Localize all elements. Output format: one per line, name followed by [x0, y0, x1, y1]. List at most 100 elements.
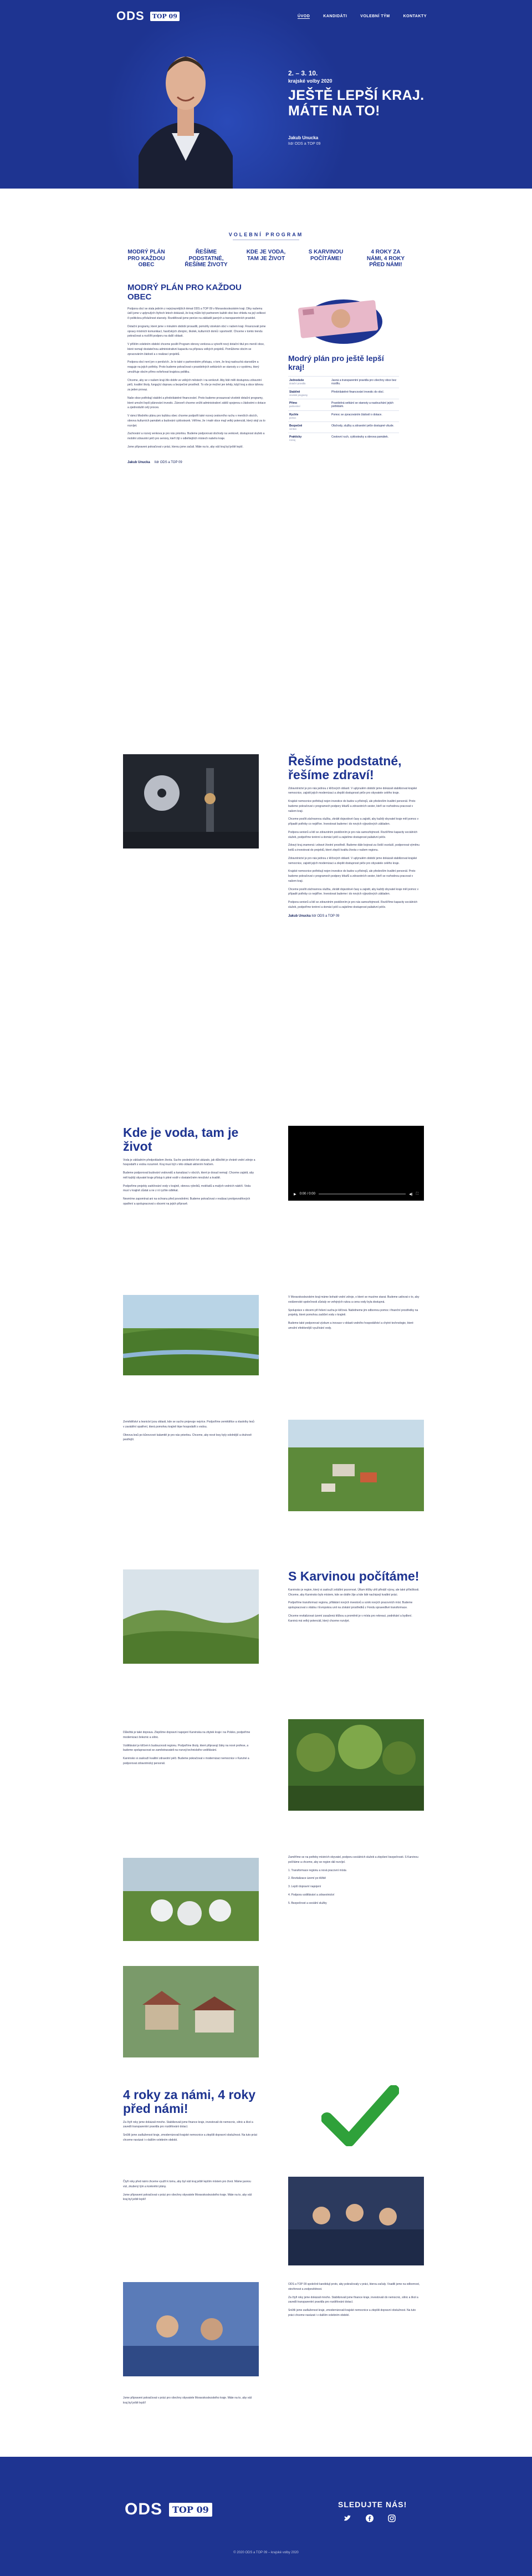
s1-p: Dotační programy, které jsme v minulém o…: [127, 324, 266, 338]
s4-right-body: Zaměříme se na potřeby místních obyvatel…: [288, 1855, 421, 1906]
program-nav: VOLEBNÍ PROGRAM MODRÝ PLÁN PRO KAŽDOU OB…: [0, 189, 532, 283]
sidebar-row: Prakticky rozvoj Cestovní ruch, cyklostezk…: [288, 433, 399, 444]
play-icon[interactable]: ▶: [294, 1192, 296, 1196]
s5-p: ODS a TOP 09 společně kandidují proto, a…: [288, 2283, 420, 2291]
section-karvina: S Karvinou počítáme! Karvinsko je region…: [288, 1569, 421, 1627]
s5-right-body: ODS a TOP 09 společně kandidují proto, a…: [288, 2282, 421, 2318]
photo-water-field: [123, 1295, 259, 1375]
row-sub: partnerství: [289, 405, 300, 408]
s5-p: Za čtyři roky jsme dokázali mnoho. Stabi…: [288, 2295, 418, 2304]
s3-body: Voda je základním předpokladem života. S…: [123, 1158, 256, 1207]
photo-village-aerial: [288, 1420, 424, 1511]
hero-title-line1: JEŠTĚ LEPŠÍ KRAJ.: [288, 88, 424, 103]
event-illustration: [288, 2177, 424, 2265]
top-nav: Úvod Kandidáti Volební tým Kontakty: [298, 14, 427, 19]
s4-list-item: 4. Podpora vzdělávání a zdravotnictví: [288, 1893, 335, 1897]
s2-sig-name: Jakub Unucka: [288, 914, 311, 918]
s5-p: Jsme připraveni pokračovat v práci pro v…: [123, 2396, 252, 2405]
footer-logo[interactable]: ODS TOP 09: [125, 2500, 212, 2519]
s1-sig-name: Jakub Unucka: [127, 460, 150, 464]
photo-karvina-hills: [123, 1569, 259, 1664]
section-voda: Kde je voda, tam je život Voda je základ…: [123, 1126, 256, 1210]
s5-bottom-text: Jsme připraveni pokračovat v práci pro v…: [123, 2396, 256, 2409]
s3-title: Kde je voda, tam je život: [123, 1125, 239, 1154]
photo-hospital-instruments: [123, 754, 259, 848]
nav-kontakty[interactable]: Kontakty: [403, 14, 427, 19]
s1-signature: Jakub Unucka lídr ODS a TOP 09: [127, 461, 266, 464]
fullscreen-icon[interactable]: ⛶: [416, 1192, 418, 1196]
hills-illustration: [123, 1569, 259, 1664]
nav-uvod[interactable]: Úvod: [298, 14, 310, 19]
checkmark-icon: [321, 2085, 399, 2146]
tab-zdravi[interactable]: ŘEŠÍME PODSTATNÉ, ŘEŠÍME ŽIVOTY: [184, 249, 228, 268]
row-value: Předvídatelné financování investic do ob…: [330, 388, 399, 399]
row-value: Obchody, služby a zdravotní péče dostupn…: [330, 421, 399, 433]
s2-title: Řešíme podstatné, řešíme zdraví!: [288, 754, 402, 782]
sidebar-title: Modrý plán pro ještě lepší kraj!: [288, 354, 384, 372]
footer-ods-logo[interactable]: ODS: [125, 2500, 162, 2519]
photo-forest: [288, 1719, 424, 1811]
row-value: Jasná a transparentní pravidla pro všech…: [330, 376, 399, 388]
s1-p: V příštím volebním období chceme posílit…: [127, 343, 265, 356]
bales-illustration: [123, 1858, 259, 1941]
tab-modry-plan[interactable]: MODRÝ PLÁN PRO KAŽDOU OBEC: [124, 249, 168, 268]
footer-top09-logo[interactable]: TOP 09: [169, 2502, 212, 2517]
tab-voda[interactable]: KDE JE VODA, TAM JE ŽIVOT: [244, 249, 288, 268]
volume-icon[interactable]: ◀): [409, 1192, 413, 1196]
s3-p: Budeme podporovat budování vodovodů a ka…: [123, 1171, 254, 1180]
ods-logo[interactable]: ODS: [116, 9, 145, 23]
s4-p: Karvinsko si zaslouží kvalitní zdravotní…: [123, 1757, 249, 1765]
photo-meeting: [123, 2282, 259, 2376]
forest-illustration: [288, 1719, 424, 1811]
s2-p: Chceme posílit záchrannou službu, zkráti…: [288, 887, 419, 896]
top09-logo[interactable]: TOP 09: [150, 11, 180, 21]
sidebar-row: Jednoduše dotační pravidla Jasná a transpa…: [288, 376, 399, 388]
s2-body: Zdravotnictví je pro nás jednou z klíčov…: [288, 786, 421, 910]
s1-p: Podpora obcí se stala jedním z nejvýrazn…: [127, 307, 266, 321]
s3-p: Voda je základním předpokladem života. S…: [123, 1158, 255, 1167]
s3-p: Podpoříme projekty zadržování vody v kra…: [123, 1184, 251, 1193]
banknote-illustration: [298, 299, 382, 344]
s5-p: Čtyři roky před námi chceme využít k tom…: [123, 2180, 251, 2188]
section-modry-plan: MODRÝ PLÁN PRO KAŽDOU OBEC Podpora obcí …: [0, 283, 532, 754]
s4-p: Zaměříme se na potřeby místních obyvatel…: [288, 1856, 418, 1864]
hero-sub: krajské volby 2020: [288, 78, 332, 84]
video-time: 0:00 / 0:00: [299, 1192, 315, 1196]
nav-kandidati[interactable]: Kandidáti: [323, 14, 347, 19]
s5-body: Za čtyři roky jsme dokázali mnoho. Stabi…: [123, 2120, 259, 2143]
s3-p: Budeme také podporovat výzkum a inovace …: [288, 1322, 413, 1330]
video-progress[interactable]: [318, 1193, 406, 1195]
facebook-icon[interactable]: [366, 2514, 374, 2522]
s1-p: V rámci Modrého plánu pro každou obec ch…: [127, 414, 265, 428]
sidebar-row: Rychle pomoc Pomoc se zpracováním žádostí …: [288, 410, 399, 422]
s1-p: Jsme připraveni pokračovat v práci, kter…: [127, 445, 243, 449]
s5-title: 4 roky za námi, 4 roky před námi!: [123, 2087, 256, 2116]
header-logo[interactable]: ODS TOP 09: [116, 9, 180, 23]
s1-text-col: MODRÝ PLÁN PRO KAŽDOU OBEC Podpora obcí …: [127, 283, 266, 464]
video-controls: ▶ 0:00 / 0:00 ◀) ⛶: [294, 1192, 418, 1196]
s2-p: Zdravý kraj znamená i zdravé životní pro…: [288, 844, 420, 852]
twitter-icon[interactable]: [344, 2514, 351, 2522]
footer: ODS TOP 09 SLEDUJTE NÁS! © 2020 ODS a TO…: [0, 2457, 532, 2576]
s5-bottom-body: Jsme připraveni pokračovat v práci pro v…: [123, 2396, 256, 2406]
instagram-icon[interactable]: [388, 2514, 396, 2522]
row-value: Pravidelná setkání se starosty a naslouc…: [330, 399, 399, 411]
s4-right-text: Zaměříme se na potřeby místních obyvatel…: [288, 1855, 421, 1909]
section-zdravi: Řešíme podstatné, řešíme zdraví! Zdravot…: [288, 754, 421, 918]
video-player[interactable]: ▶ 0:00 / 0:00 ◀) ⛶: [288, 1126, 424, 1201]
s3-p: Nesmíme zapomínat ani na ochranu před po…: [123, 1197, 250, 1206]
s5-left-text2: Čtyři roky před námi chceme využít k tom…: [123, 2179, 256, 2206]
sidebar-table: Jednoduše dotační pravidla Jasná a transpa…: [288, 376, 399, 444]
hero-title-line2: MÁTE NA TO!: [288, 103, 380, 119]
s1-p: Zachování a rozvoj venkova je pro nás pr…: [127, 432, 265, 440]
tab-4-roky[interactable]: 4 ROKY ZA NÁMI, 4 ROKY PŘED NÁMI!: [364, 249, 408, 268]
sidebar-row: Stabilně víceleté programy Předvídatelné f…: [288, 388, 399, 399]
photo-bales: [123, 1858, 259, 1941]
s4-list-item: 3. Lepší dopravní napojení: [288, 1885, 321, 1888]
nav-volebni-tym[interactable]: Volební tým: [360, 14, 390, 19]
s4-p: Karvinsko je region, který si zaslouží z…: [288, 1588, 420, 1597]
row-sub: víceleté programy: [289, 394, 308, 397]
hero: ODS TOP 09 Úvod Kandidáti Volební tým Ko…: [0, 0, 532, 189]
tab-karvina[interactable]: S KARVINOU POČÍTÁME!: [304, 249, 348, 268]
s2-p: Zdravotnictví je pro nás jednou z klíčov…: [288, 786, 417, 795]
